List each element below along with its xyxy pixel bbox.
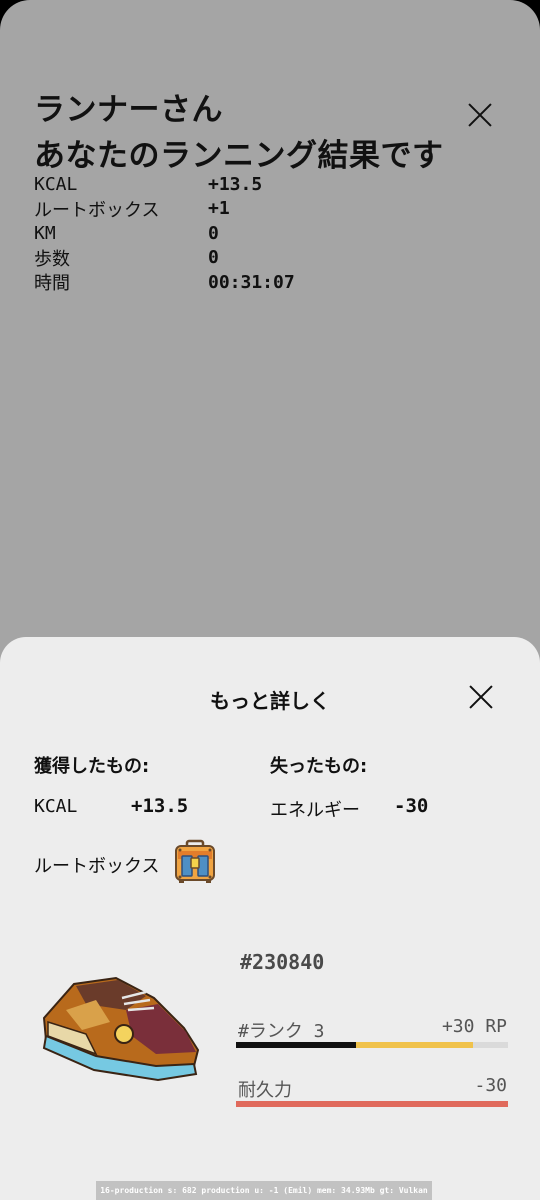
stat-label: KCAL <box>34 173 78 195</box>
durability-fill <box>236 1101 508 1107</box>
stat-label: ルートボックス <box>34 199 160 221</box>
stat-label: KM <box>34 222 56 244</box>
close-sheet-icon[interactable] <box>468 684 494 710</box>
stat-row-km: KM 0 <box>34 221 295 246</box>
lost-heading: 失ったもの: <box>270 756 368 777</box>
lost-energy-value: -30 <box>394 795 429 817</box>
lootbox-icon <box>175 839 215 883</box>
stat-value: 0 <box>208 247 219 269</box>
stat-row-kcal: KCAL +13.5 <box>34 172 295 197</box>
stat-label: 歩数 <box>34 248 70 270</box>
greeting-title: ランナーさん <box>34 92 223 128</box>
run-stats: KCAL +13.5 ルートボックス +1 KM 0 歩数 0 時間 00:31… <box>34 172 295 295</box>
stat-row-lootbox: ルートボックス +1 <box>34 197 295 222</box>
sheet-title: もっと詳しく <box>210 689 330 713</box>
durability-bar <box>236 1101 508 1107</box>
stat-value: 00:31:07 <box>208 271 295 293</box>
details-sheet: もっと詳しく 獲得したもの: 失ったもの: KCAL +13.5 エネルギー -… <box>0 637 540 1200</box>
results-headline: あなたのランニング結果です <box>34 138 444 174</box>
lootbox-label: ルートボックス <box>34 856 160 877</box>
gained-heading: 獲得したもの: <box>34 756 150 777</box>
gained-kcal-value: +13.5 <box>131 795 189 817</box>
rank-progress-gain <box>355 1042 473 1048</box>
stat-row-time: 時間 00:31:07 <box>34 270 295 295</box>
rank-progress-before <box>236 1042 356 1048</box>
sneaker-id: #230840 <box>240 950 325 974</box>
durability-label: 耐久力 <box>238 1080 292 1101</box>
lost-energy-label: エネルギー <box>270 800 360 821</box>
durability-change: -30 <box>474 1075 507 1096</box>
debug-overlay: 16-production s: 682 production u: -1 (E… <box>96 1181 432 1200</box>
rank-points: +30 RP <box>441 1016 507 1037</box>
stat-value: 0 <box>208 222 219 244</box>
close-results-icon[interactable] <box>467 102 493 128</box>
gained-kcal-label: KCAL <box>34 796 78 817</box>
stat-value: +13.5 <box>208 173 263 195</box>
stat-label: 時間 <box>34 273 70 295</box>
stat-row-steps: 歩数 0 <box>34 246 295 271</box>
sneaker-image[interactable] <box>36 970 204 1086</box>
rank-progress-bar <box>236 1042 508 1048</box>
stat-value: +1 <box>208 198 230 220</box>
rank-label: #ランク 3 <box>238 1021 325 1042</box>
